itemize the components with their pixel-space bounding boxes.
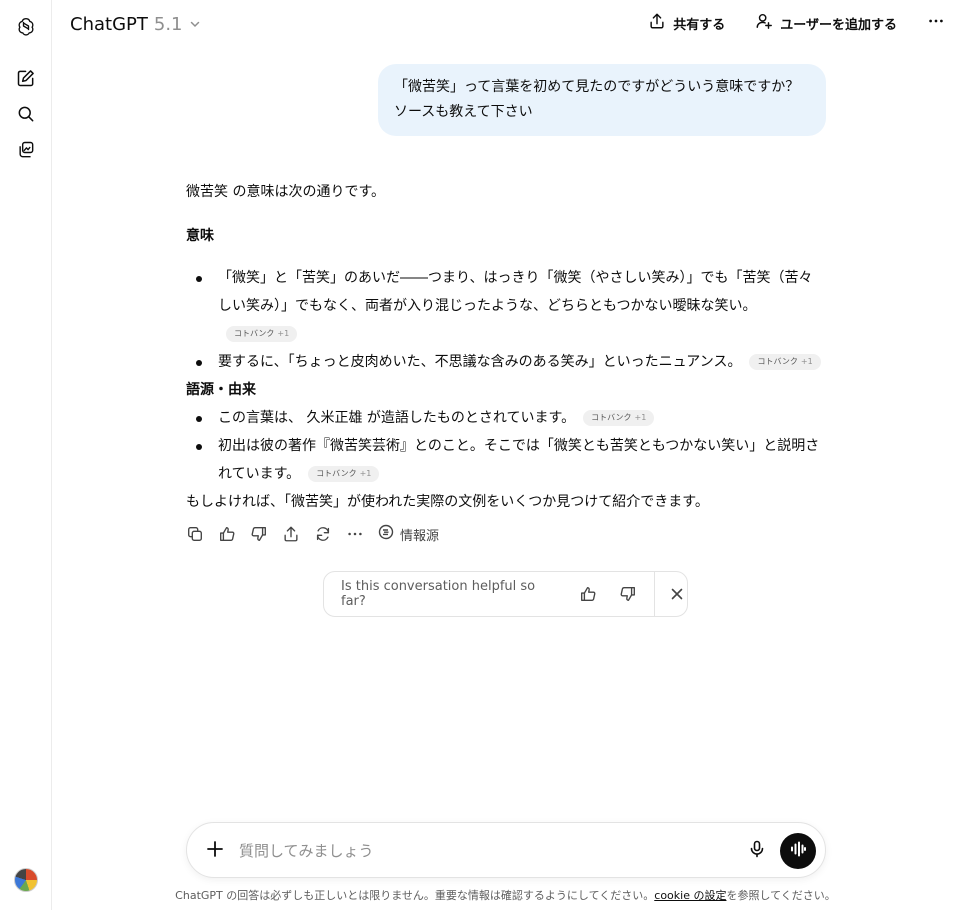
citation-badge[interactable]: コトバンク +1 (226, 326, 298, 342)
list-item: 初出は彼の著作『微苦笑芸術』とのこと。そこでは「微笑とも苦笑ともつかない笑い」と… (196, 432, 826, 488)
add-user-label: ユーザーを追加する (780, 17, 897, 33)
more-icon (927, 12, 945, 34)
feedback-divider (654, 572, 656, 616)
new-chat-icon[interactable] (13, 65, 39, 91)
plus-icon (206, 840, 224, 862)
more-icon[interactable] (346, 525, 364, 543)
share-button[interactable]: 共有する (648, 12, 725, 34)
voice-mode-button[interactable] (780, 833, 816, 869)
cookie-settings-link[interactable]: cookie の設定 (654, 889, 726, 902)
feedback-question: Is this conversation helpful so far? (341, 579, 536, 609)
list-item: 要するに、「ちょっと皮肉めいた、不思議な含みのある笑み」といったニュアンス。 コト… (196, 348, 826, 376)
model-selector[interactable]: ChatGPT 5.1 (70, 14, 201, 35)
sources-label: 情報源 (400, 528, 440, 544)
chevron-down-icon (189, 14, 201, 35)
add-attachment-button[interactable] (203, 839, 227, 863)
origin-list: この言葉は、 久米正雄 が造語したものとされています。 コトバンク +1 初出は彼の… (186, 404, 826, 488)
microphone-icon (748, 840, 766, 862)
citation-badge[interactable]: コトバンク +1 (749, 354, 821, 370)
section-heading-meaning: 意味 (186, 228, 214, 244)
message-actions: 情報源 (186, 522, 439, 546)
waveform-icon (789, 840, 807, 862)
disclaimer: ChatGPT の回答は必ずしも正しいとは限りません。重要な情報は確認するように… (175, 889, 836, 902)
microphone-button[interactable] (745, 839, 769, 863)
composer (186, 822, 826, 878)
share-icon (648, 12, 666, 34)
thumbs-up-icon[interactable] (578, 584, 598, 604)
share-label: 共有する (673, 17, 726, 33)
meaning-list: 「微笑」と「苦笑」のあいだ――つまり、はっきり「微笑（やさしい笑み）」でも「苦笑… (186, 264, 826, 376)
assistant-intro: 微苦笑 の意味は次の通りです。 (186, 184, 386, 200)
citation-badge[interactable]: コトバンク +1 (308, 466, 380, 482)
assistant-outro: もしよければ、「微苦笑」が使われた実際の文例をいくつか見つけて紹介できます。 (186, 494, 709, 510)
prompt-input[interactable] (239, 839, 719, 863)
model-version: 5.1 (153, 14, 183, 35)
share-icon[interactable] (282, 525, 300, 543)
regenerate-icon[interactable] (314, 525, 332, 543)
thumbs-down-icon[interactable] (618, 584, 638, 604)
sources-button[interactable]: 情報源 (378, 524, 439, 544)
section-heading-origin: 語源・由来 (186, 382, 256, 398)
list-item: 「微笑」と「苦笑」のあいだ――つまり、はっきり「微笑（やさしい笑み）」でも「苦笑… (196, 264, 826, 348)
search-icon[interactable] (13, 101, 39, 127)
feedback-card: Is this conversation helpful so far? (323, 571, 688, 617)
add-user-icon (755, 12, 773, 34)
close-icon[interactable] (667, 584, 687, 604)
sources-icon (378, 524, 394, 544)
user-message: 「微苦笑」って言葉を初めて見たのですがどういう意味ですか？ソースも教えて下さい (378, 64, 826, 136)
openai-logo-icon[interactable] (13, 13, 39, 39)
copy-icon[interactable] (186, 525, 204, 543)
list-item: この言葉は、 久米正雄 が造語したものとされています。 コトバンク +1 (196, 404, 826, 432)
thumbs-down-icon[interactable] (250, 525, 268, 543)
left-rail (0, 0, 52, 910)
library-icon[interactable] (13, 137, 39, 163)
citation-badge[interactable]: コトバンク +1 (583, 410, 655, 426)
assistant-message: 微苦笑 の意味は次の通りです。 意味 「微笑」と「苦笑」のあいだ――つまり、はっ… (186, 178, 826, 516)
more-options-button[interactable] (927, 12, 945, 34)
top-bar: ChatGPT 5.1 共有する ユーザーを追加する (52, 0, 959, 52)
thumbs-up-icon[interactable] (218, 525, 236, 543)
add-user-button[interactable]: ユーザーを追加する (755, 12, 897, 34)
model-name: ChatGPT (70, 14, 148, 35)
